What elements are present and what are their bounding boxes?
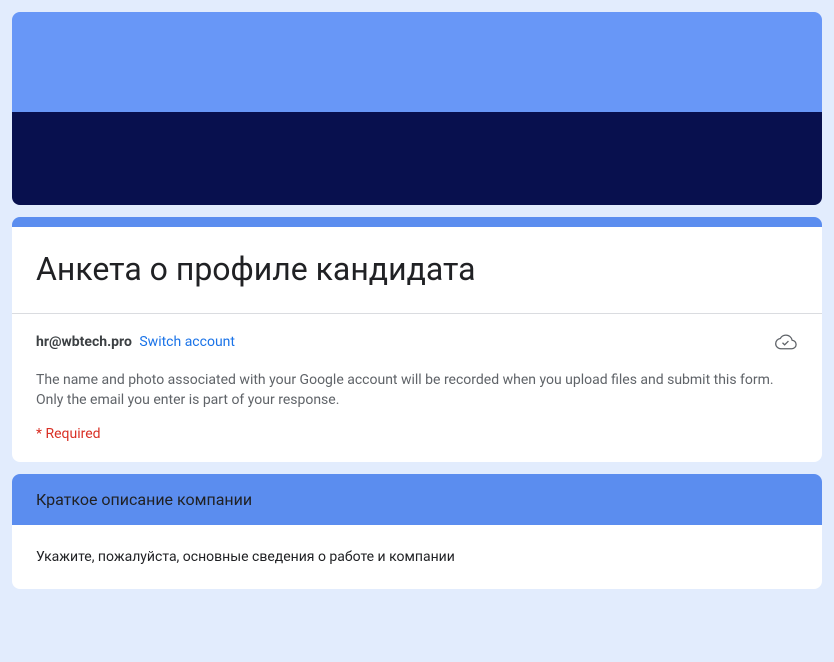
section-description: Укажите, пожалуйста, основные сведения о… <box>36 549 798 565</box>
account-section: hr@wbtech.pro Switch account The name an… <box>12 314 822 462</box>
account-text: hr@wbtech.pro Switch account <box>36 334 235 350</box>
section-body: Укажите, пожалуйста, основные сведения о… <box>12 525 822 589</box>
account-row: hr@wbtech.pro Switch account <box>36 330 798 354</box>
required-label: * Required <box>36 426 798 442</box>
account-email: hr@wbtech.pro <box>36 334 132 350</box>
form-banner <box>12 12 822 205</box>
section-title: Краткое описание компании <box>36 490 798 509</box>
title-section: Анкета о профиле кандидата <box>12 227 822 313</box>
form-title: Анкета о профиле кандидата <box>36 249 798 289</box>
form-header-card: Анкета о профиле кандидата hr@wbtech.pro… <box>12 217 822 462</box>
banner-top-stripe <box>12 12 822 112</box>
banner-bottom-stripe <box>12 112 822 205</box>
cloud-done-icon <box>774 330 798 354</box>
section-card: Краткое описание компании Укажите, пожал… <box>12 474 822 589</box>
switch-account-link[interactable]: Switch account <box>139 334 235 350</box>
form-description: The name and photo associated with your … <box>36 370 798 410</box>
section-header: Краткое описание компании <box>12 474 822 525</box>
